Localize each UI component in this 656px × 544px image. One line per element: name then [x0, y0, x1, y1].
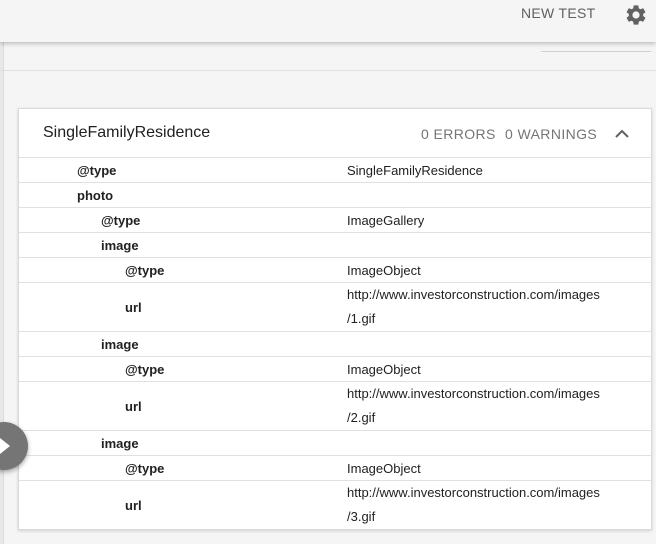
table-row: url http://www.investorconstruction.com/i… — [19, 481, 651, 529]
play-icon — [0, 438, 10, 454]
errors-count: 0 ERRORS — [421, 126, 496, 142]
card-title: SingleFamilyResidence — [43, 124, 211, 141]
property-table: @type SingleFamilyResidence photo @type Imag… — [19, 158, 651, 529]
property-key: @type — [125, 262, 165, 278]
table-row: @type ImageObject — [19, 357, 651, 382]
property-value: http://www.investorconstruction.com/imag… — [347, 287, 600, 326]
property-value: http://www.investorconstruction.com/imag… — [347, 485, 600, 524]
table-row: @type ImageObject — [19, 258, 651, 283]
table-row: @type ImageObject — [19, 456, 651, 481]
table-row: @type ImageGallery — [19, 208, 651, 233]
property-key: image — [101, 336, 139, 352]
property-value — [347, 233, 651, 257]
property-key: url — [125, 497, 142, 513]
main-content: SingleFamilyResidence 0 ERRORS 0 WARNING… — [0, 42, 656, 544]
table-row: url http://www.investorconstruction.com/i… — [19, 283, 651, 332]
table-row: photo — [19, 183, 651, 208]
property-value: ImageObject — [347, 460, 421, 476]
table-row: url http://www.investorconstruction.com/i… — [19, 382, 651, 431]
property-value: ImageObject — [347, 262, 421, 278]
property-key: url — [125, 299, 142, 315]
property-key: image — [101, 435, 139, 451]
property-value: ImageGallery — [347, 212, 425, 228]
table-row: image — [19, 431, 651, 456]
table-row: image — [19, 332, 651, 357]
warnings-count: 0 WARNINGS — [505, 126, 598, 142]
top-app-bar: NEW TEST — [0, 0, 656, 42]
table-row: @type SingleFamilyResidence — [19, 158, 651, 183]
property-value — [347, 332, 651, 356]
gear-icon[interactable] — [624, 3, 648, 27]
property-value — [347, 183, 651, 207]
property-key: @type — [101, 212, 141, 228]
results-header — [0, 42, 656, 71]
property-value — [347, 431, 651, 455]
card-header[interactable]: SingleFamilyResidence 0 ERRORS 0 WARNING… — [19, 109, 651, 158]
property-key: image — [101, 237, 139, 253]
table-row: image — [19, 233, 651, 258]
chevron-up-icon[interactable] — [611, 123, 633, 145]
new-test-button[interactable]: NEW TEST — [521, 5, 595, 21]
property-key: photo — [77, 187, 114, 203]
property-key: @type — [77, 162, 117, 178]
property-value: ImageObject — [347, 361, 421, 377]
property-key: @type — [125, 460, 165, 476]
structured-data-card: SingleFamilyResidence 0 ERRORS 0 WARNING… — [18, 108, 652, 530]
property-value: SingleFamilyResidence — [347, 162, 483, 178]
property-key: @type — [125, 361, 165, 377]
property-value: http://www.investorconstruction.com/imag… — [347, 386, 600, 425]
property-key: url — [125, 398, 142, 414]
filter-field[interactable] — [541, 51, 651, 52]
